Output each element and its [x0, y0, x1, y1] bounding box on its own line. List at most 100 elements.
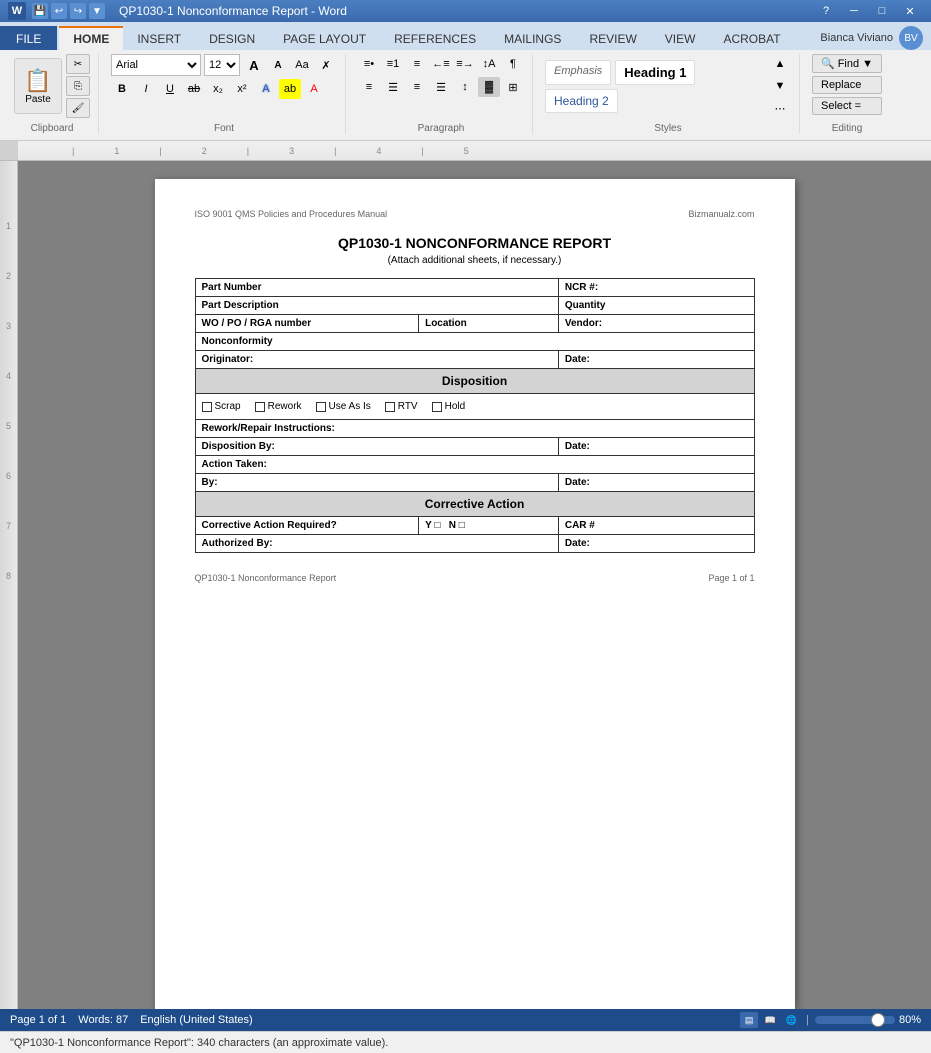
window-controls[interactable]: ? ─ □ ✕ — [813, 0, 923, 22]
decrease-indent-button[interactable]: ←≡ — [430, 54, 452, 74]
by-label: By: — [195, 474, 558, 492]
clear-format-button[interactable]: ✗ — [315, 55, 337, 75]
grow-font-button[interactable]: A — [243, 55, 265, 75]
tab-page-layout[interactable]: PAGE LAYOUT — [269, 26, 380, 50]
table-row: Originator: Date: — [195, 351, 754, 369]
minimize-button[interactable]: ─ — [841, 0, 867, 22]
table-row: Authorized By: Date: — [195, 535, 754, 553]
change-case-button[interactable]: Aa — [291, 55, 313, 75]
username: Bianca Viviano — [820, 32, 893, 44]
editing-controls: 🔍 Find ▼ Replace Select = — [812, 54, 882, 115]
text-effect-button[interactable]: A — [255, 79, 277, 99]
paste-button[interactable]: 📋 Paste — [14, 58, 62, 114]
find-button[interactable]: 🔍 Find ▼ — [812, 54, 882, 73]
rtv-checkbox-box[interactable] — [385, 402, 395, 412]
rework-checkbox[interactable]: Rework — [255, 401, 302, 412]
cut-button[interactable]: ✂ — [66, 54, 90, 74]
underline-button[interactable]: U — [159, 79, 181, 99]
strikethrough-button[interactable]: ab — [183, 79, 205, 99]
close-button[interactable]: ✕ — [897, 0, 923, 22]
scrap-checkbox-box[interactable] — [202, 402, 212, 412]
tab-mailings[interactable]: MAILINGS — [490, 26, 575, 50]
shading-button[interactable]: ▓ — [478, 77, 500, 97]
more-icon[interactable]: ▼ — [89, 3, 105, 19]
zoom-slider[interactable] — [815, 1016, 895, 1024]
tab-acrobat[interactable]: ACROBAT — [709, 26, 794, 50]
shrink-font-button[interactable]: A — [267, 55, 289, 75]
user-avatar[interactable]: BV — [899, 26, 923, 50]
editing-group: 🔍 Find ▼ Replace Select = Editing — [804, 54, 890, 134]
bold-button[interactable]: B — [111, 79, 133, 99]
superscript-button[interactable]: x² — [231, 79, 253, 99]
disposition-by-label: Disposition By: — [195, 438, 558, 456]
numbering-button[interactable]: ≡1 — [382, 54, 404, 74]
multilevel-button[interactable]: ≡ — [406, 54, 428, 74]
clipboard-label: Clipboard — [31, 123, 74, 134]
wo-po-label: WO / PO / RGA number — [195, 315, 419, 333]
zoom-slider-thumb[interactable] — [871, 1013, 885, 1027]
use-as-is-checkbox[interactable]: Use As Is — [316, 401, 371, 412]
restore-button[interactable]: □ — [869, 0, 895, 22]
language: English (United States) — [140, 1014, 253, 1026]
highlight-button[interactable]: ab — [279, 79, 301, 99]
table-row: Action Taken: — [195, 456, 754, 474]
increase-indent-button[interactable]: ≡→ — [454, 54, 476, 74]
zoom-control[interactable]: 80% — [815, 1014, 921, 1026]
tab-references[interactable]: REFERENCES — [380, 26, 490, 50]
undo-icon[interactable]: ↩ — [51, 3, 67, 19]
justify-button[interactable]: ☰ — [430, 77, 452, 97]
table-row: By: Date: — [195, 474, 754, 492]
tab-view[interactable]: VIEW — [651, 26, 710, 50]
rework-checkbox-box[interactable] — [255, 402, 265, 412]
font-color-button[interactable]: A — [303, 79, 325, 99]
select-button[interactable]: Select = — [812, 97, 882, 115]
zoom-level: 80% — [899, 1014, 921, 1026]
italic-button[interactable]: I — [135, 79, 157, 99]
document-scroll-area[interactable]: ISO 9001 QMS Policies and Procedures Man… — [18, 161, 931, 1009]
bottom-bar-text: "QP1030-1 Nonconformance Report": 340 ch… — [10, 1037, 388, 1049]
scrap-checkbox[interactable]: Scrap — [202, 401, 241, 412]
style-heading1[interactable]: Heading 1 — [615, 60, 695, 85]
para-controls: ≡• ≡1 ≡ ←≡ ≡→ ↕A ¶ ≡ ☰ ≡ ☰ ↕ ▓ ⊞ — [358, 54, 524, 97]
font-row1: Arial 12 A A Aa ✗ — [111, 54, 337, 76]
font-size-select[interactable]: 12 — [204, 54, 240, 76]
tab-home[interactable]: HOME — [59, 26, 123, 50]
redo-icon[interactable]: ↪ — [70, 3, 86, 19]
replace-button[interactable]: Replace — [812, 76, 882, 94]
part-number-label: Part Number — [195, 279, 558, 297]
hold-checkbox-box[interactable] — [432, 402, 442, 412]
tab-review[interactable]: REVIEW — [575, 26, 650, 50]
style-emphasis[interactable]: Emphasis — [545, 60, 611, 85]
border-button[interactable]: ⊞ — [502, 77, 524, 97]
tab-file[interactable]: FILE — [0, 26, 57, 50]
show-formatting-button[interactable]: ¶ — [502, 54, 524, 74]
align-left-button[interactable]: ≡ — [358, 77, 380, 97]
styles-up-button[interactable]: ▲ — [769, 54, 791, 74]
word-count: Words: 87 — [78, 1014, 128, 1026]
hold-checkbox[interactable]: Hold — [432, 401, 466, 412]
help-button[interactable]: ? — [813, 0, 839, 22]
styles-down-button[interactable]: ▼ — [769, 76, 791, 96]
tab-design[interactable]: DESIGN — [195, 26, 269, 50]
subscript-button[interactable]: x₂ — [207, 79, 229, 99]
vertical-ruler: 1 2 3 4 5 6 7 8 — [0, 161, 18, 1009]
style-heading2[interactable]: Heading 2 — [545, 89, 618, 113]
save-icon[interactable]: 💾 — [32, 3, 48, 19]
footer-right: Page 1 of 1 — [708, 573, 754, 583]
zoom-separator: | — [806, 1014, 809, 1026]
align-center-button[interactable]: ☰ — [382, 77, 404, 97]
styles-more-button[interactable]: ⋯ — [769, 98, 791, 118]
cut-copy-buttons: ✂ ⎘ 🖌 — [66, 54, 90, 118]
font-name-select[interactable]: Arial — [111, 54, 201, 76]
bullets-button[interactable]: ≡• — [358, 54, 380, 74]
line-spacing-button[interactable]: ↕ — [454, 77, 476, 97]
align-right-button[interactable]: ≡ — [406, 77, 428, 97]
format-painter-button[interactable]: 🖌 — [66, 98, 90, 118]
use-as-is-checkbox-box[interactable] — [316, 402, 326, 412]
tab-insert[interactable]: INSERT — [123, 26, 195, 50]
sort-button[interactable]: ↕A — [478, 54, 500, 74]
copy-button[interactable]: ⎘ — [66, 76, 90, 96]
user-area: Bianca Viviano BV — [795, 26, 931, 50]
car-required-label: Corrective Action Required? — [195, 517, 419, 535]
rtv-checkbox[interactable]: RTV — [385, 401, 418, 412]
